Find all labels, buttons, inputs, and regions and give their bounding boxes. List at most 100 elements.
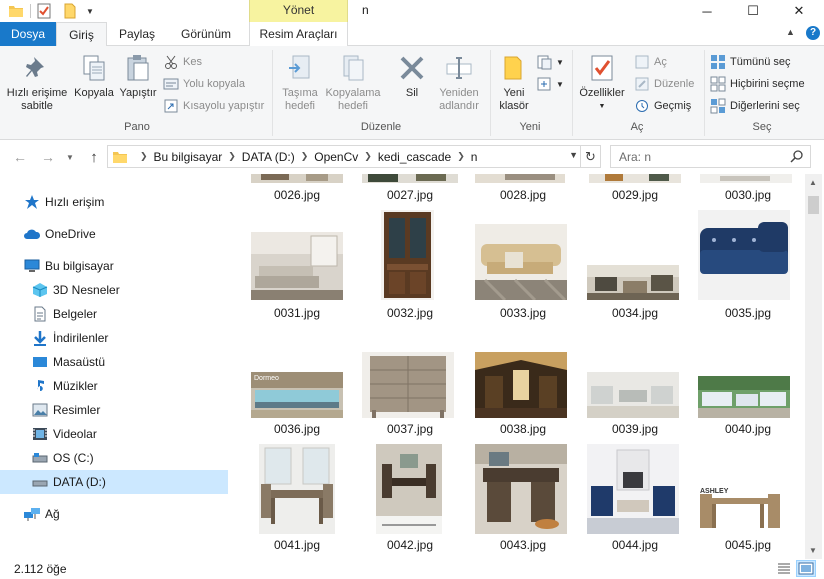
back-arrow-icon[interactable]: ← (12, 148, 28, 166)
file-item[interactable]: 0039.jpg (579, 350, 691, 440)
delete-button[interactable]: Sil (390, 52, 434, 100)
forward-arrow-icon[interactable]: → (40, 148, 56, 166)
search-input[interactable]: Ara: n (610, 145, 811, 168)
file-item[interactable]: 0029.jpg (579, 174, 691, 204)
edit-button[interactable]: Düzenle (634, 74, 694, 94)
file-item[interactable]: 0040.jpg (692, 350, 804, 440)
open-label: Aç (654, 56, 667, 68)
scroll-up-arrow-icon[interactable]: ▲ (809, 178, 817, 187)
file-item[interactable]: Dormeo 0036.jpg (241, 350, 353, 440)
breadcrumb-this-pc[interactable]: Bu bilgisayar (154, 150, 223, 164)
file-thumbnail (362, 174, 458, 183)
group-label-pano: Pano (124, 121, 150, 133)
sidebar-item-this-pc[interactable]: Bu bilgisayar (0, 254, 228, 278)
cut-button[interactable]: Kes (163, 52, 202, 72)
file-item[interactable]: 0038.jpg (467, 350, 579, 440)
sidebar-item-documents[interactable]: Belgeler (0, 302, 228, 326)
copy-to-button[interactable]: Kopyalama hedefi (324, 52, 382, 113)
recent-locations-icon[interactable]: ▼ (62, 148, 78, 166)
paste-button[interactable]: Yapıştır (116, 52, 160, 100)
minimize-button[interactable]: ─ (684, 0, 730, 22)
breadcrumb-data-drive[interactable]: DATA (D:) (242, 150, 295, 164)
file-item[interactable]: 0034.jpg (579, 210, 691, 322)
file-item[interactable]: 0035.jpg (692, 210, 804, 322)
file-item[interactable]: 0037.jpg (354, 350, 466, 440)
properties-quick-icon[interactable] (36, 3, 52, 19)
new-item-button[interactable]: ▼ (536, 52, 564, 72)
thumb-brand-text: ASHLEY (700, 488, 729, 495)
scroll-down-arrow-icon[interactable]: ▼ (809, 546, 817, 555)
file-item[interactable]: 0042.jpg (354, 442, 466, 554)
refresh-icon[interactable]: ↻ (581, 145, 601, 168)
invert-selection-button[interactable]: Diğerlerini seç (710, 96, 800, 116)
customize-toolbar-icon[interactable]: ▼ (84, 3, 96, 19)
folder-icon[interactable] (8, 3, 24, 19)
tab-share[interactable]: Paylaş (112, 22, 162, 46)
collapse-ribbon-icon[interactable]: ▲ (786, 27, 795, 37)
new-folder-quick-icon[interactable] (62, 3, 78, 19)
large-icons-view-icon[interactable] (796, 560, 816, 577)
sidebar-item-onedrive[interactable]: OneDrive (0, 222, 228, 246)
up-arrow-icon[interactable]: ↑ (86, 148, 102, 166)
file-item[interactable]: 0028.jpg (467, 174, 579, 204)
file-item[interactable]: 0031.jpg (241, 210, 353, 322)
details-view-icon[interactable] (776, 561, 792, 576)
file-item[interactable]: 0033.jpg (467, 210, 579, 322)
move-to-button[interactable]: Taşıma hedefi (276, 52, 324, 113)
file-thumbnail (587, 444, 679, 534)
file-name: 0031.jpg (273, 306, 321, 320)
file-item[interactable]: 0041.jpg (241, 442, 353, 554)
select-all-button[interactable]: Tümünü seç (710, 52, 791, 72)
copy-path-button[interactable]: Yolu kopyala (163, 74, 245, 94)
properties-button[interactable]: Özellikler ▼ (574, 52, 630, 113)
vertical-scrollbar[interactable]: ▲ ▼ (805, 174, 822, 559)
breadcrumb-opencv[interactable]: OpenCv (314, 150, 358, 164)
breadcrumb-chevron-icon[interactable]: ❯ (140, 151, 148, 162)
select-none-button[interactable]: Hiçbirini seçme (710, 74, 805, 94)
file-item[interactable]: 0044.jpg (579, 442, 691, 554)
file-item[interactable]: 0027.jpg (354, 174, 466, 204)
breadcrumb-chevron-icon[interactable]: ❯ (228, 151, 236, 162)
sidebar-item-3d-objects[interactable]: 3D Nesneler (0, 278, 228, 302)
maximize-button[interactable]: ☐ (730, 0, 776, 22)
sidebar-item-quick-access[interactable]: Hızlı erişim (0, 190, 228, 214)
manage-tab[interactable]: Yönet (249, 0, 348, 22)
sidebar-item-drive-d[interactable]: DATA (D:) (0, 470, 228, 494)
breadcrumb-kedi-cascade[interactable]: kedi_cascade (378, 150, 451, 164)
easy-access-button[interactable]: ▼ (536, 74, 564, 94)
pin-quick-access-button[interactable]: Hızlı erişime sabitle (4, 52, 70, 113)
sidebar-item-desktop[interactable]: Masaüstü (0, 350, 228, 374)
new-folder-button[interactable]: Yeni klasör (494, 52, 534, 113)
tab-view[interactable]: Görünüm (172, 22, 240, 46)
breadcrumb-chevron-icon[interactable]: ❯ (457, 151, 465, 162)
tab-file[interactable]: Dosya (0, 22, 56, 46)
file-item[interactable]: 0043.jpg (467, 442, 579, 554)
file-thumbnail (475, 174, 565, 183)
file-item[interactable]: 0032.jpg (354, 210, 466, 322)
file-item[interactable]: ASHLEY 0045.jpg (692, 442, 804, 554)
sidebar-item-drive-c[interactable]: OS (C:) (0, 446, 228, 470)
file-thumbnail (251, 232, 343, 300)
copy-button[interactable]: Kopyala (72, 52, 116, 100)
sidebar-item-downloads[interactable]: İndirilenler (0, 326, 228, 350)
sidebar-item-network[interactable]: Ağ (0, 502, 228, 526)
help-icon[interactable]: ? (806, 26, 820, 40)
scrollbar-thumb[interactable] (808, 196, 819, 214)
sidebar-item-videos[interactable]: Videolar (0, 422, 228, 446)
breadcrumb-chevron-icon[interactable]: ❯ (364, 151, 372, 162)
tab-home[interactable]: Giriş (56, 22, 107, 47)
address-dropdown-icon[interactable]: ▼ (569, 150, 578, 160)
rename-button[interactable]: Yeniden adlandır (434, 52, 484, 113)
paste-shortcut-button[interactable]: Kısayolu yapıştır (163, 96, 264, 116)
history-button[interactable]: Geçmiş (634, 96, 691, 116)
tab-picture-tools[interactable]: Resim Araçları (249, 22, 348, 46)
file-item[interactable]: 0030.jpg (692, 174, 804, 204)
sidebar-item-music[interactable]: Müzikler (0, 374, 228, 398)
breadcrumb-n[interactable]: n (471, 150, 478, 164)
file-item[interactable]: 0026.jpg (241, 174, 353, 204)
address-bar[interactable]: ❯ Bu bilgisayar ❯ DATA (D:) ❯ OpenCv ❯ k… (107, 145, 581, 168)
close-button[interactable]: ✕ (776, 0, 822, 22)
breadcrumb-chevron-icon[interactable]: ❯ (301, 151, 309, 162)
sidebar-item-pictures[interactable]: Resimler (0, 398, 228, 422)
open-button[interactable]: Aç (634, 52, 667, 72)
